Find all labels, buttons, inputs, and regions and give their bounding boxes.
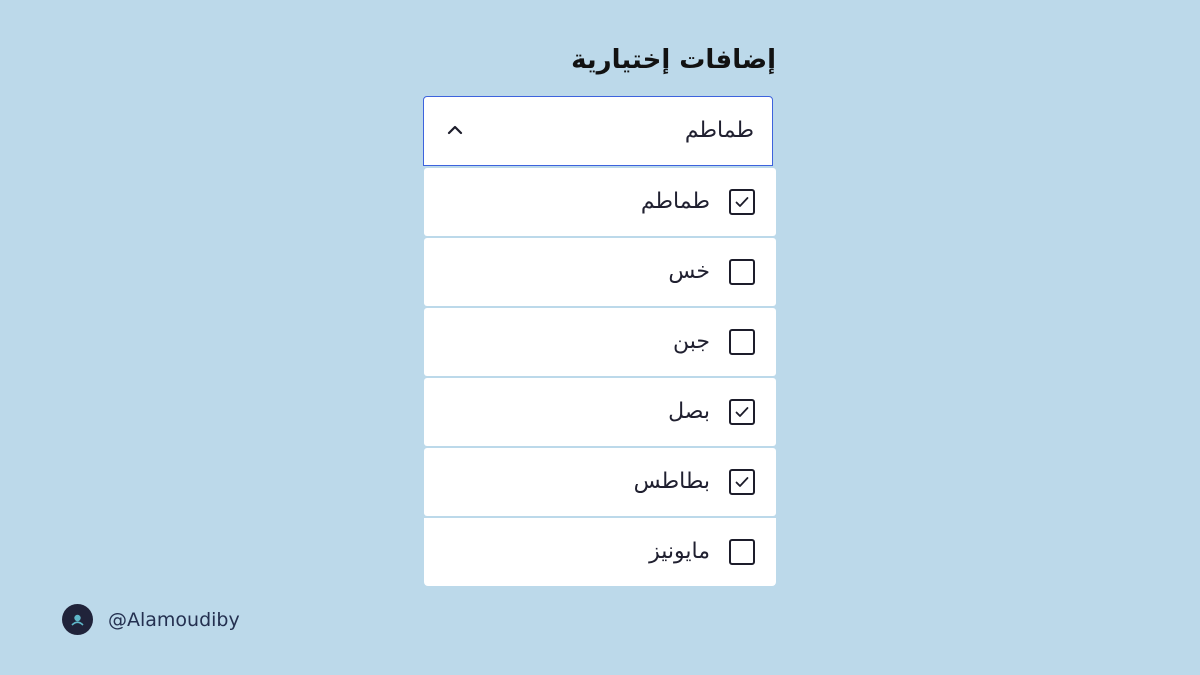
option-label: جبن (673, 329, 710, 354)
avatar-icon (62, 604, 93, 635)
chevron-up-icon[interactable] (446, 121, 464, 139)
check-icon (735, 477, 749, 487)
option-item[interactable]: بصل (424, 378, 776, 446)
checkbox[interactable] (729, 189, 755, 215)
option-item[interactable]: بطاطس (424, 448, 776, 516)
checkbox[interactable] (729, 399, 755, 425)
option-item[interactable]: طماطم (424, 168, 776, 236)
checkbox[interactable] (729, 469, 755, 495)
option-item[interactable]: جبن (424, 308, 776, 376)
check-icon (735, 197, 749, 207)
option-item[interactable]: مايونيز (424, 518, 776, 586)
checkbox[interactable] (729, 259, 755, 285)
option-label: بطاطس (633, 469, 710, 494)
option-label: طماطم (640, 189, 710, 214)
field-label: إضافات إختيارية (571, 45, 776, 75)
author-handle[interactable]: @Alamoudiby (108, 606, 240, 634)
option-label: مايونيز (649, 539, 710, 564)
option-label: بصل (668, 399, 710, 424)
options-menu: طماطم خس جبن بصل بطاطس مايونيز (424, 168, 776, 588)
checkbox[interactable] (729, 329, 755, 355)
option-item[interactable]: خس (424, 238, 776, 306)
selected-value: طماطم (684, 118, 754, 143)
toppings-select[interactable]: طماطم (423, 96, 773, 166)
option-label: خس (668, 259, 710, 284)
check-icon (735, 407, 749, 417)
checkbox[interactable] (729, 539, 755, 565)
